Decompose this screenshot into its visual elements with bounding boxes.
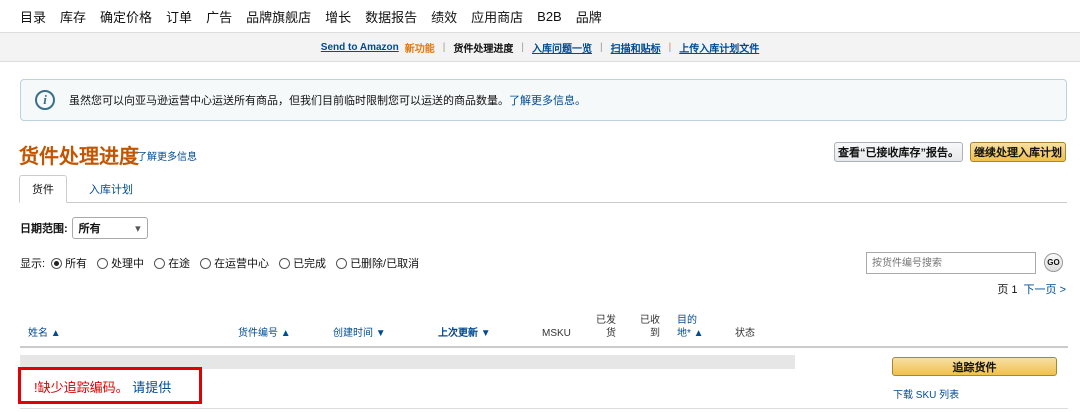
radio-label: 已完成 (293, 258, 327, 270)
radio-label: 所有 (65, 258, 88, 270)
sub-navigation: Send to Amazon 新功能 | 货件处理进度 | 入库问题一览 | 扫… (0, 32, 1080, 62)
col-shipped-line2: 货 (606, 328, 616, 339)
info-learn-more-link[interactable]: 了解更多信息。 (509, 92, 586, 108)
info-text: 虽然您可以向亚马逊运营中心运送所有商品，但我们目前临时限制您可以运送的商品数量。 (69, 95, 509, 107)
page-title: 货件处理进度 (19, 146, 139, 168)
radio-label: 在运营中心 (214, 258, 270, 270)
date-range-filter: 日期范围: 所有 ▾ (20, 217, 148, 239)
page-number: 页 1 (997, 284, 1018, 296)
radio-icon (97, 257, 109, 269)
continue-inbound-plan-button[interactable]: 继续处理入库计划 (970, 142, 1066, 162)
provide-tracking-link[interactable]: 请提供 (132, 380, 171, 395)
radio-icon (336, 257, 348, 269)
col-shipment-id-sort[interactable]: 货件编号 ▲ (238, 327, 291, 340)
nav-orders[interactable]: 订单 (166, 7, 192, 26)
col-updated-sort[interactable]: 上次更新 ▼ (438, 327, 491, 340)
col-shipped: 已发货 (596, 314, 616, 340)
date-range-value: 所有 (78, 223, 101, 235)
date-range-label: 日期范围: (20, 223, 68, 235)
tab-inbound-plans[interactable]: 入库计划 (89, 175, 133, 203)
send-to-amazon-link[interactable]: Send to Amazon (321, 42, 399, 53)
radio-deleted[interactable]: 已删除/已取消 (336, 255, 419, 271)
radio-closed[interactable]: 已完成 (279, 255, 326, 271)
radio-at-fc[interactable]: 在运营中心 (200, 255, 269, 271)
inbound-issues-link[interactable]: 入库问题一览 (532, 40, 592, 55)
nav-reports[interactable]: 数据报告 (365, 7, 417, 26)
shipment-search-input[interactable] (866, 252, 1036, 274)
track-shipment-button[interactable]: 追踪货件 (892, 357, 1057, 376)
upload-plan-link[interactable]: 上传入库计划文件 (679, 40, 759, 55)
col-created-sort[interactable]: 创建时间 ▼ (333, 327, 386, 340)
radio-label: 已删除/已取消 (350, 258, 420, 270)
radio-all[interactable]: 所有 (51, 255, 87, 271)
radio-icon (200, 257, 212, 269)
nav-b2b[interactable]: B2B (537, 9, 562, 24)
nav-pricing[interactable]: 确定价格 (100, 7, 152, 26)
scan-label-link[interactable]: 扫描和贴标 (611, 40, 661, 55)
col-received-line1: 已收 (640, 315, 660, 326)
nav-brands[interactable]: 品牌 (576, 7, 602, 26)
next-page-link[interactable]: 下一页 > (1024, 281, 1066, 297)
separator: | (668, 41, 672, 53)
table-header: 姓名 ▲ 货件编号 ▲ 创建时间 ▼ 上次更新 ▼ MSKU 已发货 已收到 目… (20, 308, 1068, 348)
col-destination-line1: 目的 (677, 315, 697, 326)
nav-growth[interactable]: 增长 (325, 7, 351, 26)
col-shipped-line1: 已发 (596, 315, 616, 326)
chevron-down-icon: ▾ (135, 222, 141, 235)
top-navigation: 目录 库存 确定价格 订单 广告 品牌旗舰店 增长 数据报告 绩效 应用商店 B… (0, 0, 1080, 32)
nav-catalog[interactable]: 目录 (20, 7, 46, 26)
radio-in-transit[interactable]: 在途 (154, 255, 190, 271)
error-message: !缺少追踪编码。 (34, 380, 129, 395)
tab-bar: 货件 入库计划 (19, 175, 1067, 203)
radio-working[interactable]: 处理中 (97, 255, 144, 271)
date-range-select[interactable]: 所有 ▾ (71, 217, 148, 239)
pagination: 页 1 下一页 > (997, 281, 1066, 297)
radio-icon (154, 257, 166, 269)
nav-performance[interactable]: 绩效 (431, 7, 457, 26)
new-feature-badge: 新功能 (404, 43, 435, 55)
radio-icon (279, 257, 291, 269)
separator: | (521, 41, 524, 53)
col-received: 已收到 (640, 314, 660, 340)
divider (20, 408, 1068, 409)
col-received-line2: 到 (650, 328, 660, 339)
status-filter: 显示: 所有 处理中 在途 在运营中心 已完成 已删除/已取消 (20, 255, 429, 271)
col-name-sort[interactable]: 姓名 ▲ (28, 327, 61, 340)
separator: | (599, 41, 603, 53)
nav-inventory[interactable]: 库存 (60, 7, 86, 26)
learn-more-link[interactable]: 了解更多信息 (137, 148, 197, 163)
col-status: 状态 (735, 328, 755, 339)
nav-appstore[interactable]: 应用商店 (471, 7, 523, 26)
radio-label: 在途 (168, 258, 191, 270)
shipment-progress-current: 货件处理进度 (453, 43, 514, 55)
status-filter-label: 显示: (20, 258, 46, 270)
search-go-button[interactable]: GO (1044, 253, 1063, 272)
nav-stores[interactable]: 品牌旗舰店 (246, 7, 311, 26)
col-destination-sort[interactable]: 目的地* ▲ (677, 314, 704, 340)
info-banner: i 虽然您可以向亚马逊运营中心运送所有商品，但我们目前临时限制您可以运送的商品数… (20, 79, 1067, 121)
separator: | (442, 41, 446, 53)
radio-checked-icon (51, 257, 63, 269)
received-inventory-report-button[interactable]: 查看“已接收库存”报告。 (834, 142, 963, 162)
tab-shipments[interactable]: 货件 (19, 175, 67, 203)
info-icon: i (35, 90, 55, 110)
download-sku-list-link[interactable]: 下载 SKU 列表 (893, 386, 959, 401)
missing-tracking-error: !缺少追踪编码。 请提供 (34, 377, 171, 396)
col-destination-line2: 地* ▲ (677, 328, 704, 339)
col-msku: MSKU (542, 328, 571, 339)
nav-advertising[interactable]: 广告 (206, 7, 232, 26)
radio-label: 处理中 (111, 258, 145, 270)
